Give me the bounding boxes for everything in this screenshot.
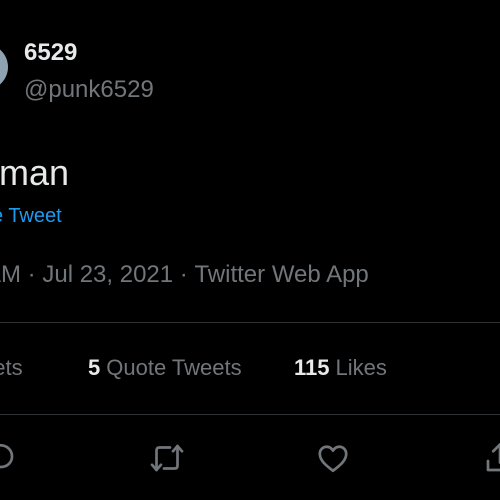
share-icon[interactable] — [480, 440, 500, 476]
quote-tweets-stat[interactable]: 5 Quote Tweets — [88, 355, 242, 381]
retweet-icon[interactable] — [147, 440, 187, 476]
divider — [0, 414, 500, 415]
tweet-timestamp-row: AM · Jul 23, 2021 · Twitter Web App — [0, 261, 369, 289]
likes-stat[interactable]: 115 Likes — [294, 355, 387, 381]
translate-tweet-link[interactable]: e Tweet — [0, 205, 62, 228]
tweet-text: tman — [0, 152, 70, 193]
reply-icon[interactable] — [0, 440, 20, 476]
likes-label: Likes — [335, 355, 387, 380]
retweets-label: eets — [0, 355, 23, 380]
user-handle[interactable]: @punk6529 — [24, 76, 154, 104]
retweets-stat[interactable]: eets — [0, 355, 23, 381]
tweet-detail-screen: 6529 @punk6529 tman e Tweet AM · Jul 23,… — [0, 0, 500, 500]
likes-count: 115 — [294, 355, 330, 380]
separator: · — [27, 261, 36, 288]
separator: · — [179, 261, 188, 288]
avatar[interactable] — [0, 44, 8, 90]
tweet-time[interactable]: AM — [0, 261, 21, 289]
quote-tweets-count: 5 — [88, 355, 101, 380]
quote-tweets-label: Quote Tweets — [106, 355, 242, 380]
divider — [0, 322, 500, 323]
display-name[interactable]: 6529 — [24, 39, 77, 67]
tweet-source[interactable]: Twitter Web App — [194, 261, 368, 289]
tweet-date[interactable]: Jul 23, 2021 — [42, 261, 173, 289]
like-icon[interactable] — [313, 440, 353, 476]
